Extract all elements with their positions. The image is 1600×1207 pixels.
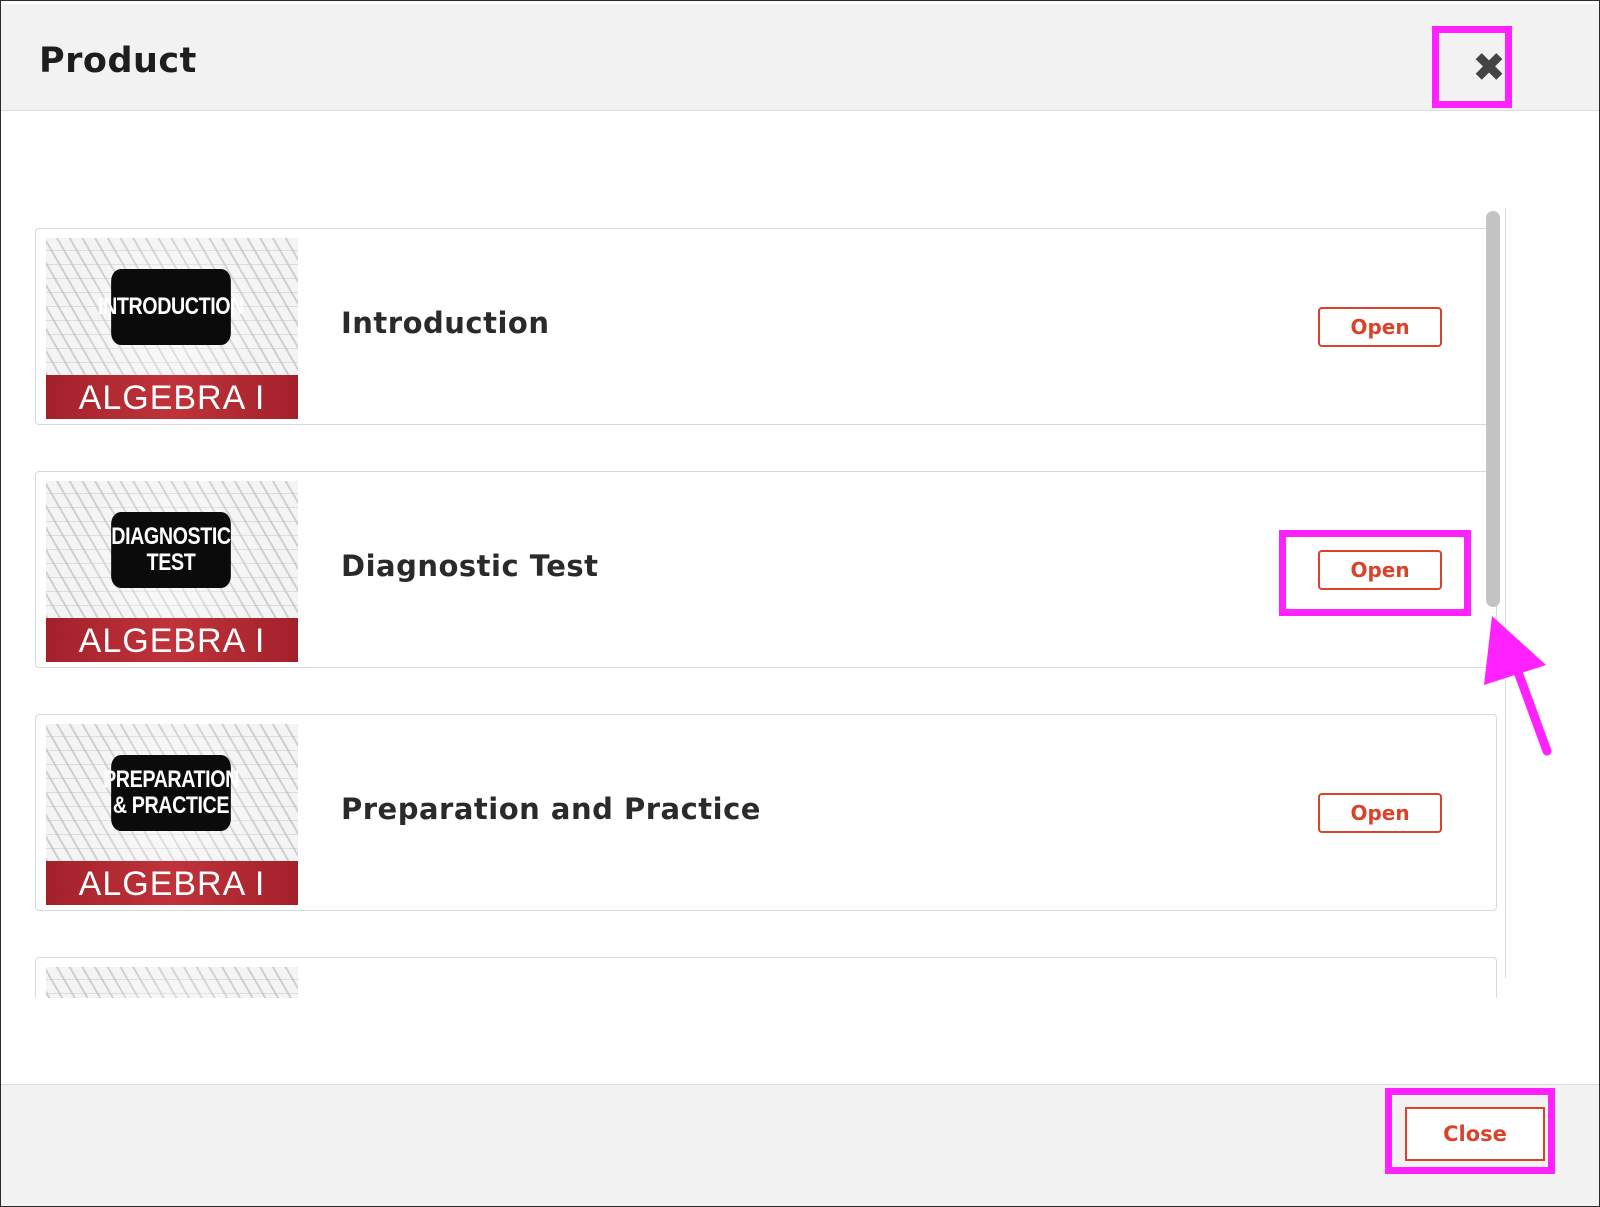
close-icon[interactable]: ✖ <box>1469 48 1509 88</box>
list-item: PREPARATION & PRACTICE ALGEBRA I Prepara… <box>35 714 1497 911</box>
product-thumbnail: PREPARATION & PRACTICE ALGEBRA I <box>46 724 298 905</box>
list-item <box>35 957 1497 998</box>
annotation-arrow-icon <box>1484 616 1552 756</box>
open-button-introduction[interactable]: Open <box>1318 307 1442 347</box>
product-thumbnail <box>46 967 298 998</box>
product-thumbnail: DIAGNOSTIC TEST ALGEBRA I <box>46 481 298 662</box>
product-thumbnail: INTRODUCTION ALGEBRA I <box>46 238 298 419</box>
list-item: INTRODUCTION ALGEBRA I Introduction Open <box>35 228 1497 425</box>
thumbnail-band: ALGEBRA I <box>46 861 298 905</box>
item-title: Diagnostic Test <box>341 549 599 583</box>
scrollbar-thumb[interactable] <box>1486 211 1500 607</box>
product-dialog: Product ✖ INTRODUCTION ALGEBRA I Introdu… <box>0 0 1600 1207</box>
product-list[interactable]: INTRODUCTION ALGEBRA I Introduction Open… <box>35 208 1515 998</box>
close-button[interactable]: Close <box>1405 1107 1545 1161</box>
dialog-title: Product <box>39 41 197 81</box>
open-button-diagnostic-test[interactable]: Open <box>1318 550 1442 590</box>
dialog-header: Product ✖ <box>1 4 1599 111</box>
open-button-preparation-practice[interactable]: Open <box>1318 793 1442 833</box>
list-item: DIAGNOSTIC TEST ALGEBRA I Diagnostic Tes… <box>35 471 1497 668</box>
dialog-footer <box>1 1084 1599 1206</box>
item-title: Preparation and Practice <box>341 792 761 826</box>
item-title: Introduction <box>341 306 550 340</box>
thumbnail-band: ALGEBRA I <box>46 618 298 662</box>
thumbnail-badge: INTRODUCTION <box>98 269 244 345</box>
thumbnail-badge: DIAGNOSTIC TEST <box>111 512 231 588</box>
thumbnail-badge: PREPARATION & PRACTICE <box>103 755 239 831</box>
thumbnail-band: ALGEBRA I <box>46 375 298 419</box>
